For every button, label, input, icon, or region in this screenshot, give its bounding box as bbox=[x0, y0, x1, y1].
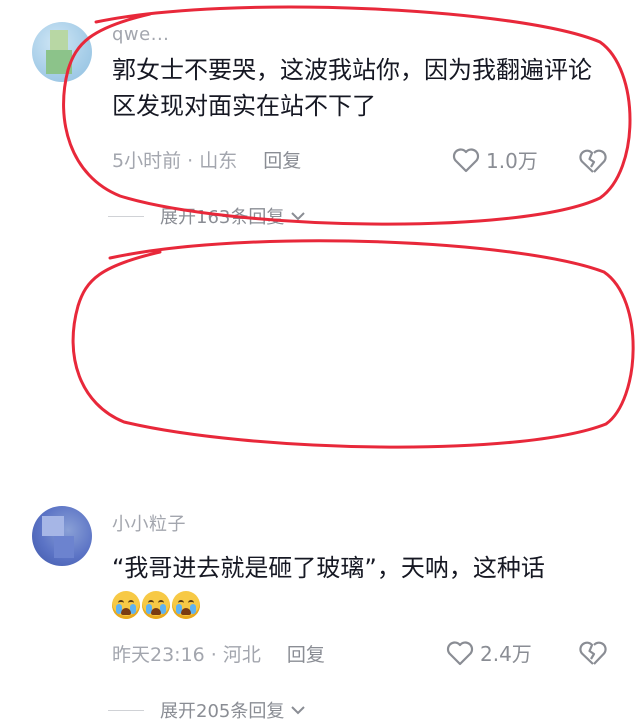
annotation-oval bbox=[62, 5, 635, 449]
reply-button[interactable]: 回复 bbox=[287, 640, 325, 667]
like-count: 2.4万 bbox=[480, 642, 532, 666]
crying-face-icon bbox=[172, 591, 200, 619]
chevron-down-icon bbox=[291, 706, 306, 715]
avatar[interactable] bbox=[32, 506, 92, 566]
avatar-pixel bbox=[42, 516, 64, 536]
comment-meta: 昨天23:16 · 河北 回复 bbox=[112, 640, 325, 667]
time-location: 昨天23:16 · 河北 bbox=[112, 644, 261, 666]
comment-text: “我哥进去就是砸了玻璃”，天呐，这种话 bbox=[112, 554, 545, 582]
username[interactable]: 小小粒子 bbox=[112, 510, 186, 536]
expand-replies-button[interactable]: 展开205条回复 bbox=[108, 697, 306, 723]
broken-heart-icon bbox=[579, 641, 607, 665]
crying-face-icon bbox=[142, 591, 170, 619]
crying-face-icon bbox=[112, 591, 140, 619]
heart-icon bbox=[446, 640, 474, 665]
avatar-pixel bbox=[54, 536, 74, 558]
like-button[interactable]: 2.4万 bbox=[446, 638, 532, 667]
divider bbox=[108, 709, 144, 711]
expand-replies-label: 展开205条回复 bbox=[160, 701, 285, 722]
dislike-button[interactable] bbox=[578, 640, 608, 670]
emoji-row bbox=[112, 591, 200, 619]
